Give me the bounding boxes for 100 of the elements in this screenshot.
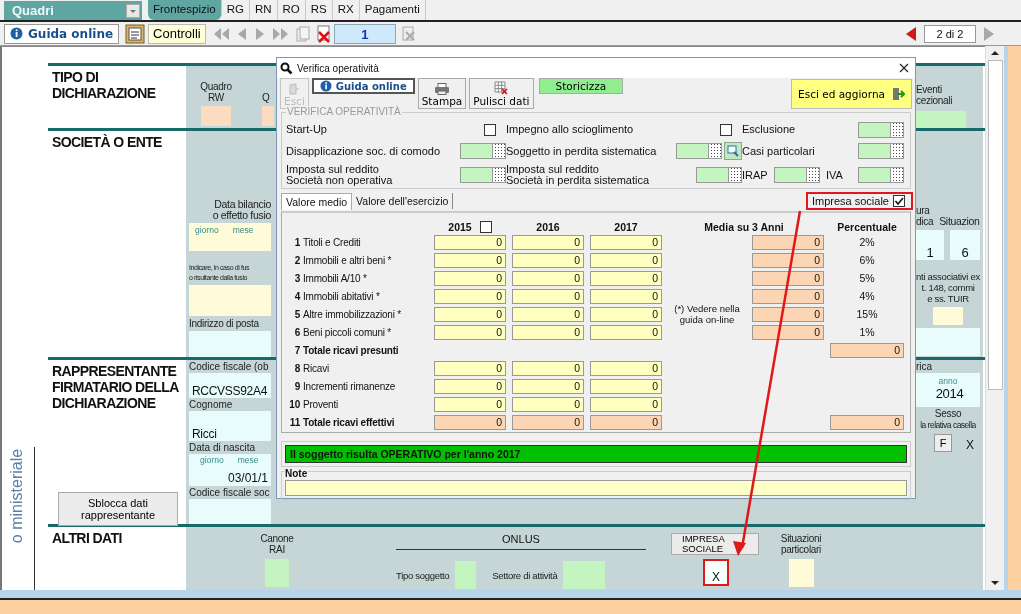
archive-button[interactable]: Storicizza [538,78,624,94]
social-enterprise-button[interactable]: IMPRESA SOCIALE [671,533,759,555]
value-field[interactable]: 0 [590,289,662,304]
value-field[interactable]: 0 [434,379,506,394]
value-field[interactable]: 0 [512,235,584,250]
picker-field[interactable] [460,167,506,183]
picker-field[interactable] [858,121,904,138]
value-field[interactable]: 0 [590,307,662,322]
nature-field[interactable]: 1 [916,230,944,260]
picker-field[interactable] [774,167,820,183]
copy-page-icon[interactable] [295,25,310,42]
value-field[interactable]: 0 [590,325,662,340]
value-field[interactable]: 0 [512,289,584,304]
next-page-icon[interactable] [253,26,266,41]
horizontal-scrollbar[interactable] [0,590,1021,598]
section-tab[interactable]: RO [277,0,306,20]
picker-field[interactable] [858,143,904,159]
value-field[interactable]: 0 [434,253,506,268]
clear-data-button[interactable]: Pulisci dati [469,78,534,109]
page-tool-icon[interactable] [401,25,416,42]
email-field[interactable] [189,330,271,357]
controls-button[interactable]: Controlli [148,23,206,44]
field-label: nti associativi ex t. 148, commi e ss. TUIR [916,271,980,304]
online-guide-button[interactable]: Guida online [311,78,415,94]
value-field[interactable]: 0 [512,397,584,412]
section-tab[interactable]: RG [221,0,250,20]
section-tab[interactable]: Pagamenti [359,0,426,20]
unlock-representative-button[interactable]: Sblocca dati rappresentante [58,492,178,526]
value-field[interactable]: 0 [512,325,584,340]
special-situations-field[interactable] [788,559,814,587]
surname-field[interactable]: Ricci [189,411,271,441]
section-tab[interactable]: Frontespizio [148,0,222,20]
subject-type-field[interactable] [455,561,477,589]
value-field[interactable]: 0 [590,361,662,376]
value-field[interactable]: 0 [512,379,584,394]
year-field[interactable]: anno 2014 [916,373,980,407]
value-field[interactable]: 0 [590,379,662,394]
picker-field[interactable] [696,167,742,183]
picker-field[interactable] [460,143,506,159]
value-field[interactable]: 0 [590,415,662,430]
checkbox[interactable] [484,123,496,136]
rai-fee-field[interactable] [265,559,289,587]
entity-field[interactable] [933,307,963,325]
picker-field[interactable] [676,143,722,159]
activity-sector-field[interactable] [563,561,606,589]
birth-date-field[interactable]: giorno mese 03/01/1 [189,454,271,486]
social-enterprise-field[interactable]: X [703,559,729,586]
page-number-field[interactable]: 1 [333,23,396,44]
quadro-field[interactable] [201,106,231,126]
last-page-icon[interactable] [271,26,290,41]
events-field[interactable] [916,111,966,128]
section-tab[interactable]: RN [249,0,278,20]
section-tab[interactable]: RS [305,0,333,20]
sex-option-button[interactable]: F [934,434,952,452]
value-field[interactable]: 0 [512,415,584,430]
picker-field[interactable] [858,167,904,183]
value-field[interactable]: 0 [434,271,506,286]
print-button[interactable]: Stampa [417,78,467,109]
checklist-icon[interactable] [125,23,146,44]
tax-code-field[interactable]: RCCVSS92A4 [189,373,271,398]
value-field[interactable]: 0 [434,235,506,250]
value-field[interactable]: 0 [434,307,506,322]
situation-field[interactable]: 6 [950,230,980,260]
previous-form-icon[interactable] [905,25,917,42]
online-guide-button[interactable]: Guida online [4,23,120,44]
quadro-field[interactable] [262,106,274,126]
value-tab[interactable]: Valore dell'esercizio [352,193,454,209]
text-field[interactable] [916,328,980,356]
lookup-icon[interactable] [724,142,742,160]
checkbox[interactable] [720,123,732,136]
value-field[interactable]: 0 [434,397,506,412]
value-field[interactable]: 0 [590,253,662,268]
delete-page-icon[interactable] [315,24,332,43]
value-tab[interactable]: Valore medio [281,192,353,210]
checkbox[interactable] [479,221,492,233]
section-tab[interactable]: RX [332,0,360,20]
value-field[interactable]: 0 [512,253,584,268]
field-label: Indirizzo di posta [189,317,260,329]
value-field[interactable]: 0 [434,361,506,376]
value-field[interactable]: 0 [512,271,584,286]
value-field[interactable]: 0 [590,271,662,286]
value-field[interactable]: 0 [512,361,584,376]
company-tax-code-field[interactable] [189,499,271,524]
field-label: Codice fiscale soc [189,487,271,498]
notes-field[interactable] [285,480,907,496]
vertical-scrollbar[interactable] [985,46,1004,590]
value-field[interactable]: 0 [434,325,506,340]
exit-and-update-button[interactable]: Esci ed aggiorna [791,79,912,109]
checkbox[interactable] [893,195,905,207]
value-field[interactable]: 0 [434,415,506,430]
value-field[interactable]: 0 [590,235,662,250]
option-label: Soggetto in perdita sistematica [506,145,658,157]
value-field[interactable]: 0 [590,397,662,412]
date-field[interactable]: giorno mese [189,223,271,252]
text-field[interactable] [189,285,271,316]
row-label: 6 Beni piccoli comuni * [293,325,393,340]
value-field[interactable]: 0 [512,307,584,322]
scroll-thumb[interactable] [987,60,1003,390]
close-icon[interactable] [899,63,909,73]
value-field[interactable]: 0 [434,289,506,304]
